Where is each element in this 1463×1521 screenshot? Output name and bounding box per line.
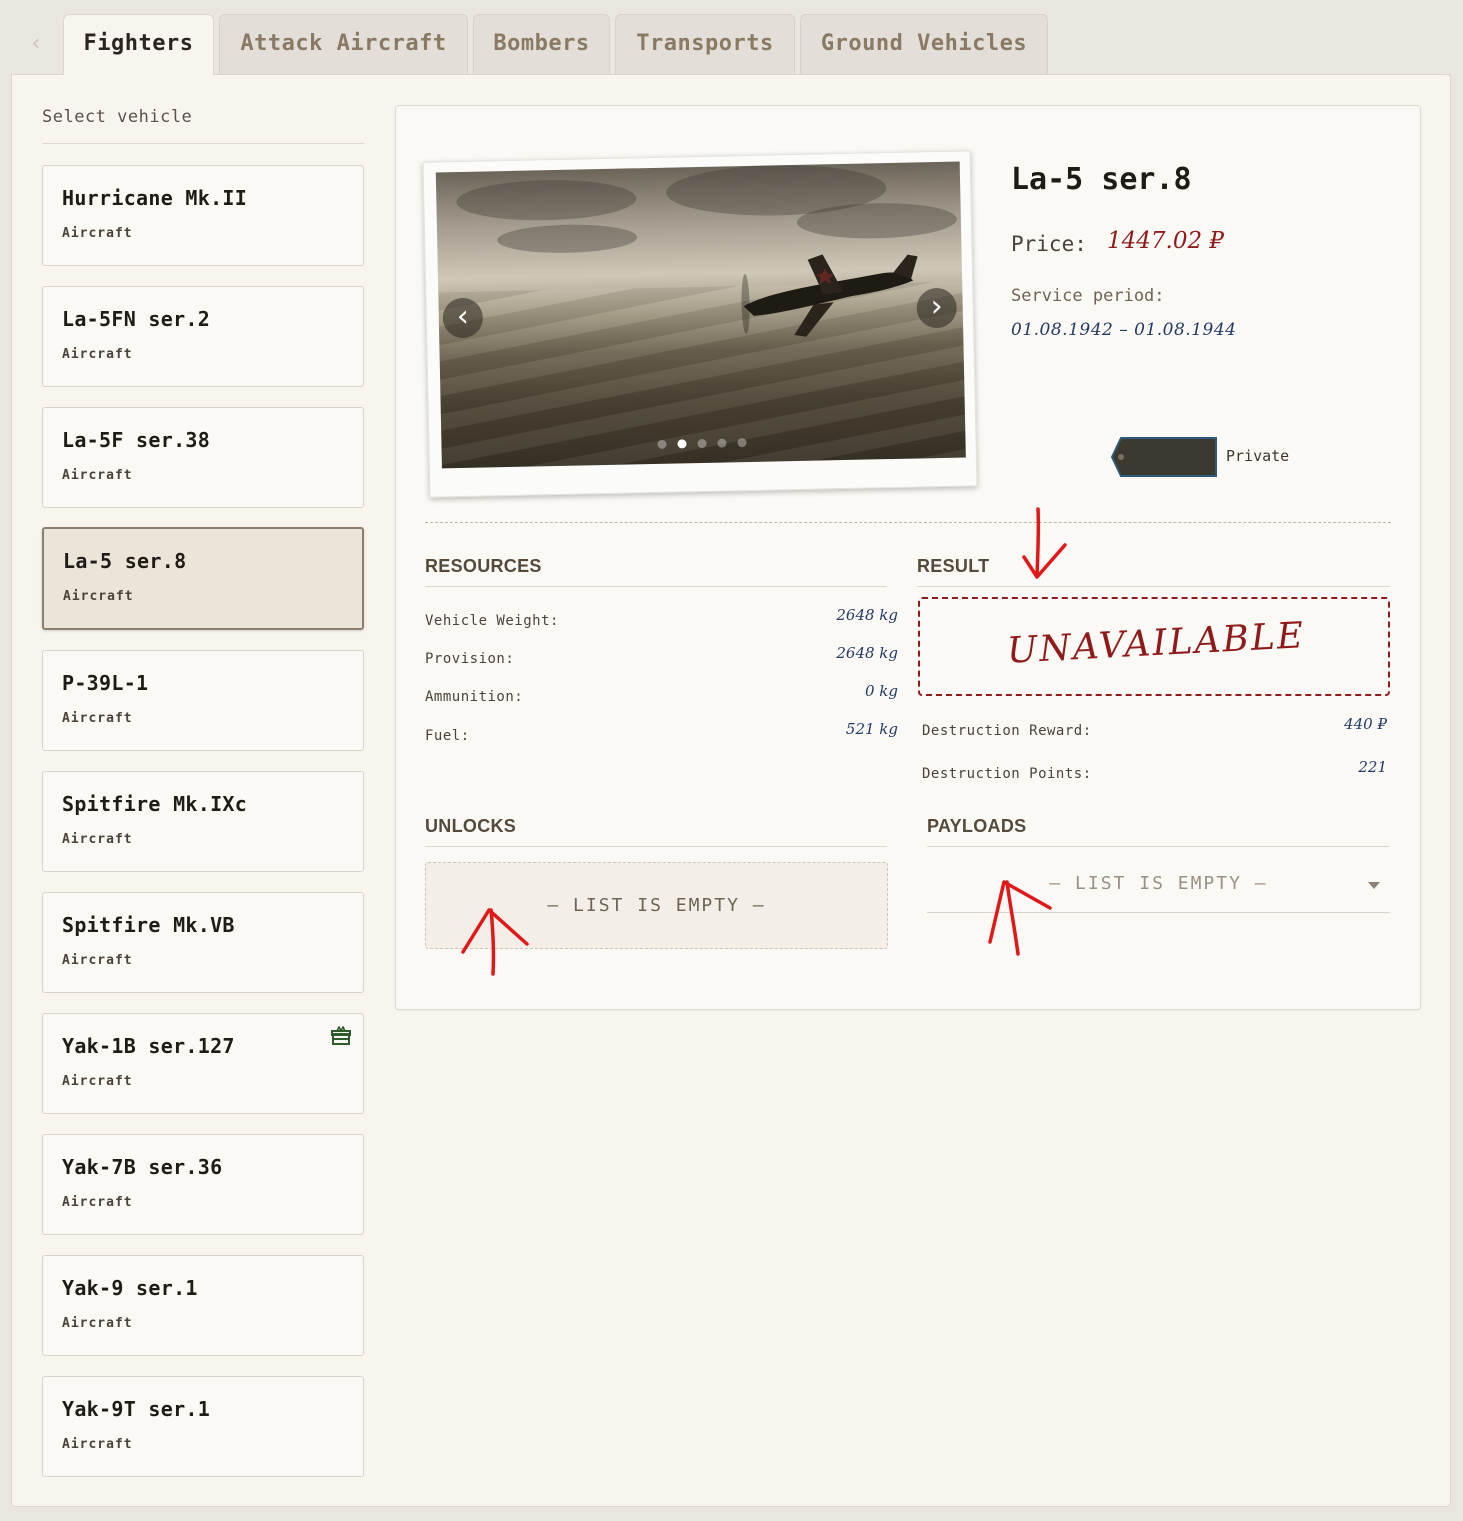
- vehicle-photo-frame: ‹ ›: [422, 150, 978, 498]
- resource-label: Ammunition:: [425, 689, 524, 705]
- rank-label: Private: [1226, 447, 1290, 465]
- vehicle-card[interactable]: Hurricane Mk.II Aircraft: [42, 165, 364, 266]
- vehicle-type: Aircraft: [62, 1195, 133, 1210]
- unlocks-empty-list: — LIST IS EMPTY —: [425, 862, 888, 949]
- gallery-dot[interactable]: [657, 439, 667, 449]
- resource-value: 0 kg: [864, 682, 898, 700]
- divider: [425, 522, 1391, 523]
- vehicle-type: Aircraft: [62, 953, 133, 968]
- service-period-value: 01.08.1942 – 01.08.1944: [1011, 320, 1237, 340]
- divider: [927, 846, 1390, 847]
- payloads-title: PAYLOADS: [927, 816, 1027, 836]
- unavailable-stamp: UNAVAILABLE: [918, 597, 1390, 696]
- vehicle-card[interactable]: Spitfire Mk.VB Aircraft: [42, 892, 364, 993]
- resource-label: Fuel:: [425, 728, 470, 744]
- payloads-select[interactable]: — LIST IS EMPTY —: [927, 866, 1390, 913]
- resource-value: 521 kg: [845, 720, 898, 738]
- sidebar-title: Select vehicle: [42, 107, 193, 127]
- vehicle-type: Aircraft: [62, 1437, 133, 1452]
- vehicle-name: Hurricane Mk.II: [62, 186, 248, 210]
- result-value: 221: [1358, 758, 1387, 776]
- result-status: UNAVAILABLE: [1005, 615, 1307, 672]
- divider: [42, 143, 364, 144]
- payloads-selected-value: — LIST IS EMPTY —: [1049, 873, 1268, 894]
- rank-insignia-icon: [1111, 437, 1217, 477]
- vehicle-name: Yak-1B ser.127: [62, 1034, 235, 1058]
- resource-value: 2648 kg: [836, 606, 898, 624]
- tab-attack-aircraft[interactable]: Attack Aircraft: [219, 14, 468, 74]
- gallery-dot[interactable]: [697, 438, 707, 449]
- vehicle-type: Aircraft: [62, 711, 133, 726]
- vehicle-card[interactable]: La-5F ser.38 Aircraft: [42, 407, 364, 508]
- vehicle-title: La-5 ser.8: [1011, 162, 1192, 197]
- vehicle-type: Aircraft: [62, 468, 133, 483]
- vehicle-category-tabs: ‹ Fighters Attack Aircraft Bombers Trans…: [0, 14, 1463, 75]
- vehicle-type: Aircraft: [62, 226, 133, 241]
- tab-ground-vehicles[interactable]: Ground Vehicles: [800, 14, 1048, 74]
- chevron-down-icon: [1368, 882, 1380, 889]
- vehicle-name: Yak-7B ser.36: [62, 1155, 223, 1179]
- vehicle-name: P-39L-1: [62, 671, 149, 695]
- vehicle-name: Yak-9 ser.1: [62, 1276, 198, 1300]
- tab-fighters[interactable]: Fighters: [63, 14, 214, 75]
- gallery-dot[interactable]: [737, 438, 747, 448]
- gallery-dots: [657, 438, 747, 449]
- gift-icon: [331, 1026, 351, 1045]
- vehicle-card-selected[interactable]: La-5 ser.8 Aircraft: [42, 527, 364, 630]
- tab-bombers[interactable]: Bombers: [473, 14, 610, 74]
- vehicle-card[interactable]: Yak-1B ser.127 Aircraft: [42, 1013, 364, 1114]
- main-panel: Select vehicle Hurricane Mk.II Aircraft …: [11, 74, 1451, 1507]
- vehicle-type: Aircraft: [62, 832, 133, 847]
- resources-title: RESOURCES: [425, 556, 542, 576]
- resource-label: Provision:: [425, 651, 515, 667]
- vehicle-card[interactable]: Yak-9T ser.1 Aircraft: [42, 1376, 364, 1477]
- gallery-dot-active[interactable]: [677, 439, 687, 449]
- chevron-left-icon[interactable]: ‹: [18, 26, 54, 62]
- vehicle-name: La-5 ser.8: [63, 549, 187, 573]
- divider: [917, 586, 1390, 587]
- vehicle-name: Spitfire Mk.VB: [62, 913, 235, 937]
- price-label: Price:: [1011, 232, 1087, 256]
- vehicle-name: Yak-9T ser.1: [62, 1397, 211, 1421]
- divider: [425, 846, 887, 847]
- vehicle-name: Spitfire Mk.IXc: [62, 792, 248, 816]
- vehicle-name: La-5FN ser.2: [62, 307, 211, 331]
- unlocks-title: UNLOCKS: [425, 816, 517, 836]
- vehicle-name: La-5F ser.38: [62, 428, 211, 452]
- tab-transports[interactable]: Transports: [615, 14, 795, 74]
- gallery-dot[interactable]: [717, 438, 727, 448]
- resource-label: Vehicle Weight:: [425, 613, 559, 629]
- divider: [425, 586, 887, 587]
- vehicle-card[interactable]: P-39L-1 Aircraft: [42, 650, 364, 751]
- resource-value: 2648 kg: [836, 644, 898, 662]
- price-value: 1447.02 ₽: [1107, 228, 1225, 254]
- vehicle-detail-card: ‹ › La-5 ser.8 Price: 1447.02 ₽ Service …: [395, 105, 1421, 1010]
- result-title: RESULT: [917, 556, 990, 576]
- service-period-label: Service period:: [1011, 286, 1165, 306]
- result-label: Destruction Reward:: [922, 723, 1092, 739]
- vehicle-type: Aircraft: [62, 1074, 133, 1089]
- vehicle-type: Aircraft: [62, 1316, 133, 1331]
- vehicle-photo: ‹ ›: [435, 161, 966, 469]
- vehicle-card[interactable]: Yak-7B ser.36 Aircraft: [42, 1134, 364, 1235]
- result-value: 440 ₽: [1344, 715, 1387, 733]
- vehicle-card[interactable]: Yak-9 ser.1 Aircraft: [42, 1255, 364, 1356]
- vehicle-card[interactable]: Spitfire Mk.IXc Aircraft: [42, 771, 364, 872]
- vehicle-card[interactable]: La-5FN ser.2 Aircraft: [42, 286, 364, 387]
- vehicle-type: Aircraft: [62, 347, 133, 362]
- vehicle-type: Aircraft: [63, 589, 134, 604]
- aircraft-image: [741, 254, 918, 337]
- result-label: Destruction Points:: [922, 766, 1092, 782]
